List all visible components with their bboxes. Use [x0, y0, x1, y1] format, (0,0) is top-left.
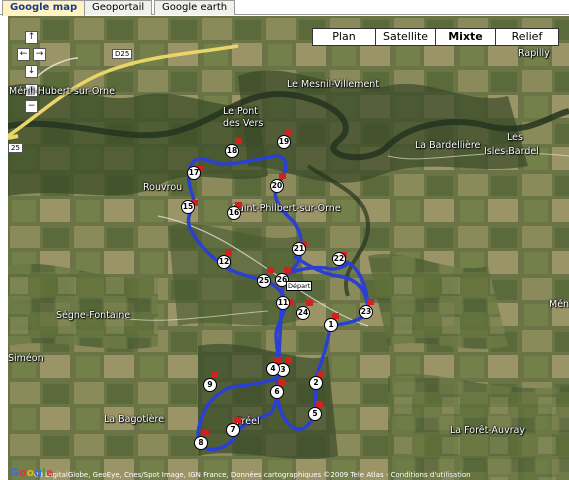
place-rouvrou: Rouvrou: [143, 182, 183, 193]
route-marker-17[interactable]: 17: [187, 166, 201, 180]
route-marker-16[interactable]: 16: [227, 206, 241, 220]
place-saint-philbert: Saint-Philbert-sur-Orne: [232, 203, 341, 214]
route-marker-11[interactable]: 11: [276, 296, 290, 310]
marker-flag: [316, 401, 323, 407]
logo-letter: g: [34, 466, 43, 479]
marker-flag: [278, 379, 285, 385]
road-shield-25: 25: [8, 143, 23, 153]
route-marker-23[interactable]: 23: [359, 305, 373, 319]
road-shield-d25: D25: [112, 49, 133, 59]
place-isles-bardel-line2: Isles-Bardel: [484, 146, 539, 157]
route-marker-18[interactable]: 18: [225, 144, 239, 158]
place-simeon: Siméon: [8, 353, 44, 364]
map-type-selector: Plan Satellite Mixte Relief: [312, 28, 559, 46]
marker-flag: [285, 357, 292, 363]
map-viewport[interactable]: ↑ ← → ↓ + − Plan Satellite Mixte Relief …: [8, 16, 569, 480]
map-type-plan-button[interactable]: Plan: [312, 28, 376, 46]
logo-letter: o: [19, 466, 27, 479]
route-marker-22[interactable]: 22: [332, 252, 346, 266]
place-segne-fontaine: Ségne-Fontaine: [56, 310, 131, 321]
place-menil-hubert: Ménil-Hubert-sur-Orne: [9, 86, 115, 97]
route-marker-1[interactable]: 1: [324, 318, 338, 332]
map-type-satellite-button[interactable]: Satellite: [375, 28, 436, 46]
pan-left-button[interactable]: ←: [17, 48, 30, 61]
route-marker-19[interactable]: 19: [277, 135, 291, 149]
marker-flag: [234, 417, 241, 423]
marker-flag: [202, 430, 209, 436]
google-logo[interactable]: Google: [10, 467, 53, 479]
marker-flag: [367, 299, 374, 305]
map-type-relief-button[interactable]: Relief: [495, 28, 559, 46]
marker-flag: [225, 249, 232, 255]
map-copyright: 09 DigitalGlobe, GeoEye, Cnes/Spot Image…: [34, 471, 471, 479]
start-label: Départ: [286, 281, 313, 291]
marker-flag: [279, 173, 286, 179]
place-la-bagotiere: La Bagotière: [104, 414, 165, 425]
route-marker-12[interactable]: 12: [217, 255, 231, 269]
place-le-pont-line1: Le Pont: [223, 106, 258, 117]
zoom-out-button[interactable]: −: [25, 100, 38, 113]
route-marker-7[interactable]: 7: [226, 423, 240, 437]
marker-flag: [267, 267, 274, 273]
map-source-tabs: Google map Geoportail Google earth: [0, 0, 569, 16]
logo-letter: G: [10, 466, 20, 479]
place-le-mesnil-villement: Le Mesnil-Villement: [287, 79, 380, 90]
place-la-foret-auvray: La Forêt-Auvray: [450, 425, 526, 436]
route-marker-8[interactable]: 8: [194, 436, 208, 450]
marker-flag: [211, 372, 218, 378]
route-marker-2[interactable]: 2: [309, 376, 323, 390]
place-mesnil-edge: Mén: [549, 299, 569, 310]
route-marker-5[interactable]: 5: [308, 407, 322, 421]
map-type-mixte-button[interactable]: Mixte: [435, 28, 496, 46]
marker-flag: [235, 138, 242, 144]
place-la-bardelliere: La Bardellière: [415, 140, 481, 151]
pan-down-button[interactable]: ↓: [25, 65, 38, 78]
route-marker-9[interactable]: 9: [203, 378, 217, 392]
place-le-pont-line2: des Vers: [223, 118, 264, 129]
route-marker-21[interactable]: 21: [292, 242, 306, 256]
route-marker-20[interactable]: 20: [270, 179, 284, 193]
marker-flag: [285, 129, 292, 135]
route-marker-4[interactable]: 4: [266, 362, 280, 376]
tab-google-map[interactable]: Google map: [2, 0, 86, 16]
marker-flag: [284, 267, 291, 273]
place-les-line1: Les: [507, 132, 523, 143]
route-marker-25[interactable]: 25: [257, 274, 271, 288]
route-marker-6[interactable]: 6: [270, 385, 284, 399]
route-marker-24[interactable]: 24: [296, 306, 310, 320]
marker-flag: [306, 300, 313, 306]
place-rapilly: Rapilly: [518, 48, 550, 59]
route-marker-15[interactable]: 15: [181, 200, 195, 214]
tab-geoportail[interactable]: Geoportail: [84, 0, 153, 15]
tab-google-earth[interactable]: Google earth: [154, 0, 236, 15]
pan-right-button[interactable]: →: [33, 48, 46, 61]
logo-letter: e: [45, 466, 54, 479]
pan-up-button[interactable]: ↑: [25, 31, 38, 44]
